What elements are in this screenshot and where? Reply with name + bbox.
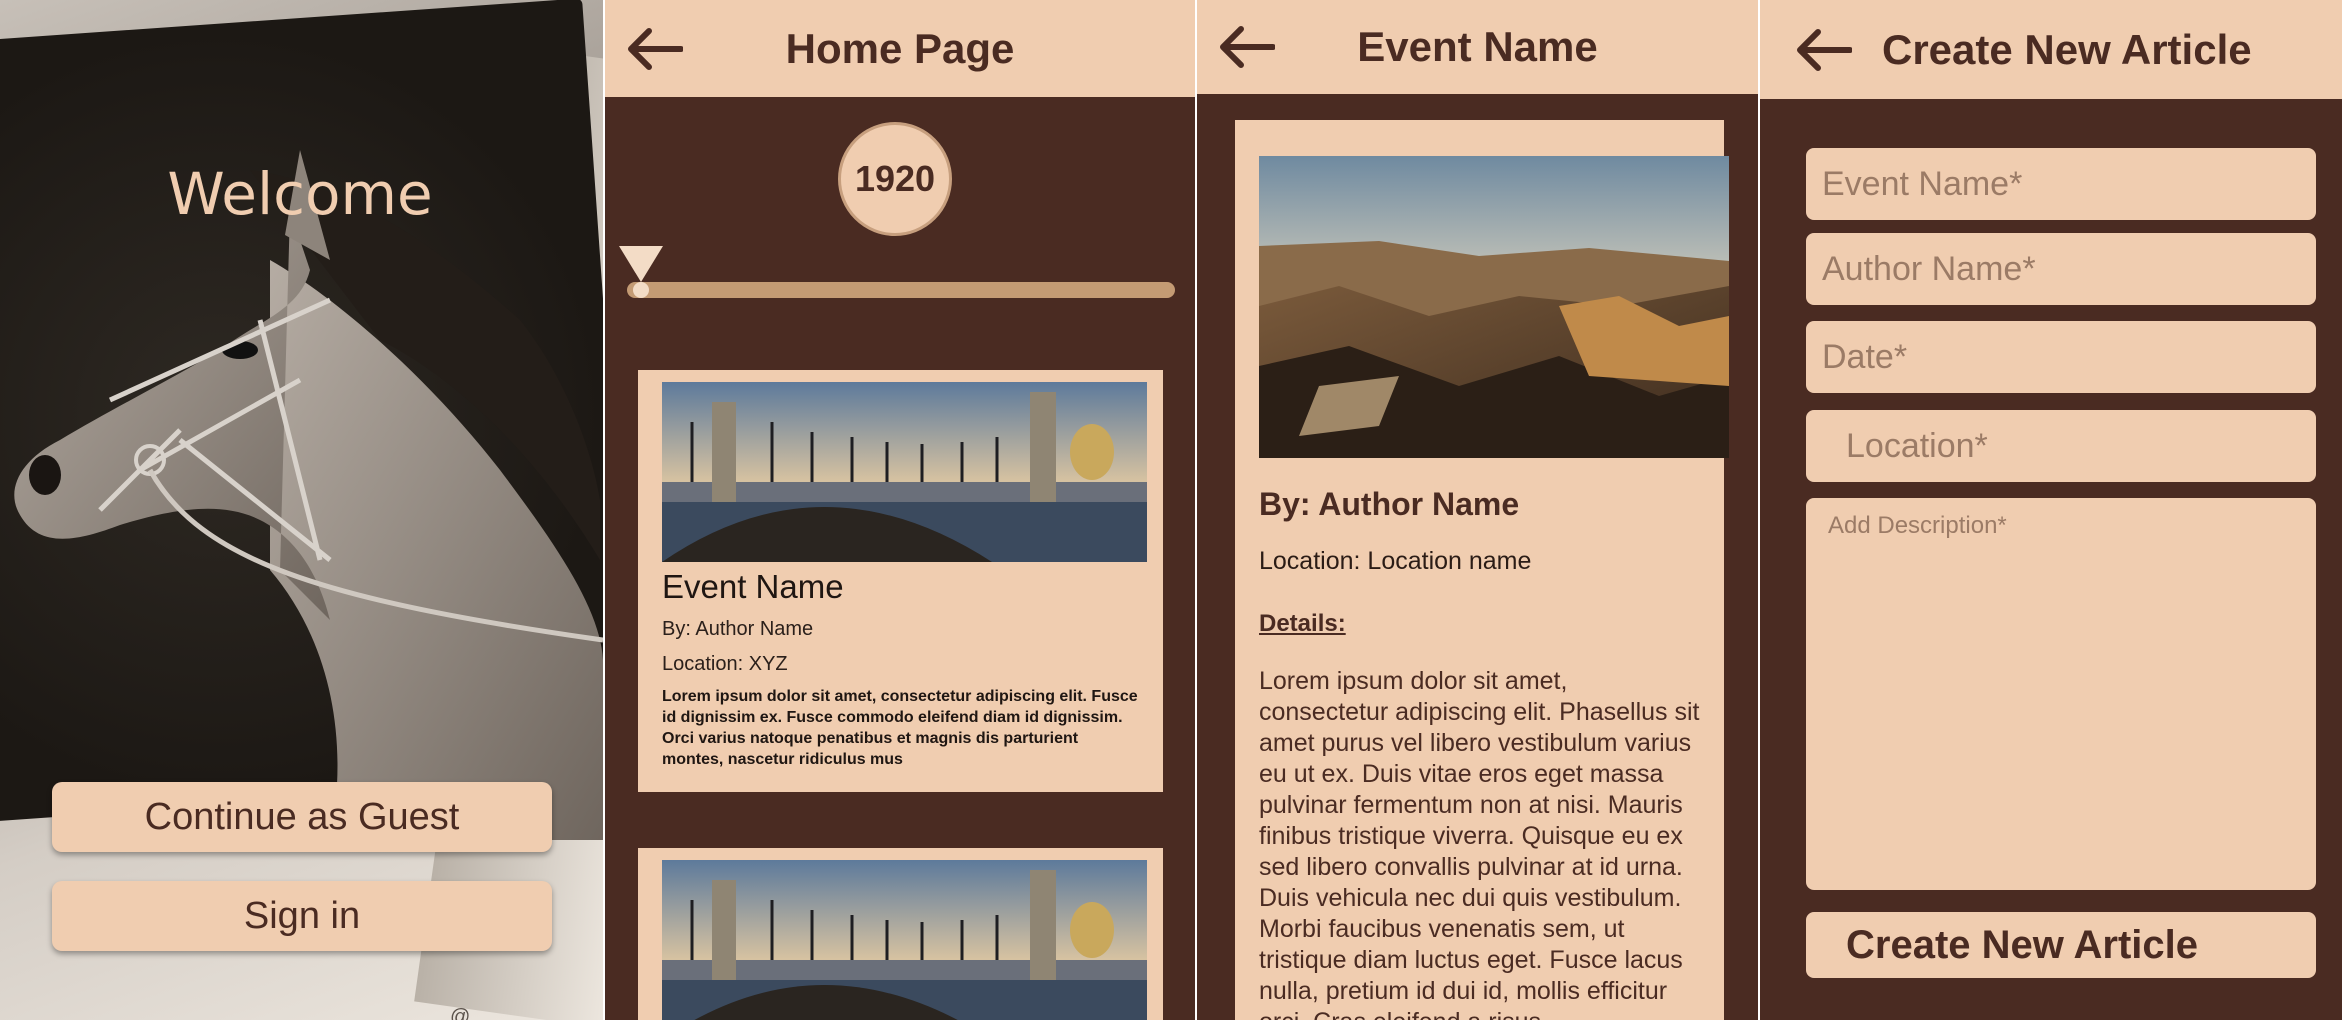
canyon-photo xyxy=(1259,156,1729,458)
event-card[interactable] xyxy=(638,848,1163,1020)
app-bar: Create New Article xyxy=(1760,0,2342,99)
page-title: Home Page xyxy=(785,24,1015,72)
home-screen: Home Page 1920 Event Name By: Author Nam… xyxy=(605,0,1195,1020)
event-name-field[interactable] xyxy=(1806,148,2316,220)
event-location: Location: Location name xyxy=(1259,547,1532,575)
bridge-photo xyxy=(662,860,1147,1020)
watermark: @ xyxy=(450,1006,471,1020)
event-location: Location: XYZ xyxy=(662,653,788,675)
back-arrow-icon[interactable] xyxy=(627,27,683,71)
event-details-text: Lorem ipsum dolor sit amet, consectetur … xyxy=(1259,667,1700,1020)
year-slider-knob[interactable] xyxy=(633,282,649,298)
event-author: By: Author Name xyxy=(662,618,814,640)
back-arrow-icon[interactable] xyxy=(1796,28,1852,72)
description-field[interactable] xyxy=(1806,498,2316,890)
event-author: By: Author Name xyxy=(1259,486,1520,522)
bridge-photo xyxy=(662,382,1147,562)
back-arrow-icon[interactable] xyxy=(1219,25,1275,69)
event-detail-card: By: Author Name Location: Location name … xyxy=(1235,120,1729,1020)
details-heading: Details: xyxy=(1259,610,1346,637)
app-bar: Event Name xyxy=(1197,0,1758,94)
welcome-title: Welcome xyxy=(167,160,433,228)
welcome-screen: Welcome Continue as Guest Sign in @ xyxy=(0,0,603,1020)
event-detail-screen: Event Name By: Author Name Location: Loc… xyxy=(1197,0,1758,1020)
horse-painting xyxy=(14,150,603,840)
year-badge: 1920 xyxy=(838,122,952,236)
author-name-field[interactable] xyxy=(1806,233,2316,305)
create-article-button[interactable]: Create New Article xyxy=(1806,912,2316,978)
create-article-screen: Create New Article Create New Article xyxy=(1760,0,2342,1020)
event-card[interactable]: Event Name By: Author Name Location: XYZ… xyxy=(638,370,1163,792)
event-summary: Lorem ipsum dolor sit amet, consectetur … xyxy=(662,688,1138,768)
continue-as-guest-button[interactable]: Continue as Guest xyxy=(52,782,552,852)
date-field[interactable] xyxy=(1806,321,2316,393)
sign-in-button[interactable]: Sign in xyxy=(52,881,552,951)
slider-thumb-icon[interactable] xyxy=(619,246,663,282)
app-bar: Home Page xyxy=(605,0,1195,97)
page-title: Event Name xyxy=(1357,23,1598,70)
year-slider-track[interactable] xyxy=(627,282,1175,298)
event-name: Event Name xyxy=(662,568,844,605)
location-field[interactable] xyxy=(1806,410,2316,482)
